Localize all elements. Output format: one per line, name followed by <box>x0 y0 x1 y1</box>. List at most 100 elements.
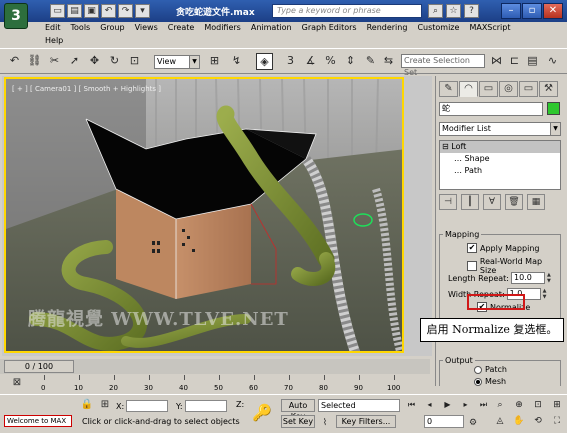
menu-customize[interactable]: Customize <box>412 23 464 32</box>
undo-icon[interactable]: ↶ <box>101 4 116 18</box>
align-icon[interactable]: ⊏ <box>506 53 523 70</box>
set-key-icon[interactable]: 🔑 <box>252 403 272 422</box>
remove-modifier-icon[interactable]: 🗑 <box>505 194 523 210</box>
mirror-icon[interactable]: ⇆ <box>380 53 397 70</box>
reference-coord-select[interactable]: View ▼ <box>154 55 200 69</box>
x-input[interactable] <box>126 400 169 412</box>
auto-key-button[interactable]: Auto Key <box>281 399 315 421</box>
select-icon[interactable]: ➚ <box>66 53 83 70</box>
zoom-extents-all-icon[interactable]: ⊞ <box>549 399 565 413</box>
modifier-list-select[interactable]: Modifier List ▼ <box>439 122 561 136</box>
rotate-icon[interactable]: ↻ <box>106 53 123 70</box>
stack-item-loft[interactable]: ⊟ Loft <box>440 141 560 153</box>
help-icon[interactable]: ? <box>464 4 479 18</box>
modifier-stack[interactable]: ⊟ Loft … Shape … Path <box>439 140 561 190</box>
camera-viewport[interactable]: [ + ] [ Camera01 ] [ Smooth + Highlights… <box>4 77 404 353</box>
hierarchy-tab-icon[interactable]: ▭ <box>479 81 498 97</box>
pin-stack-icon[interactable]: ⊣ <box>439 194 457 210</box>
key-tangent-icon[interactable]: ⌇ <box>318 415 332 428</box>
minimize-button[interactable]: – <box>501 3 521 19</box>
mapping-rollout-title[interactable]: Mapping <box>443 230 482 239</box>
menu-rendering[interactable]: Rendering <box>362 23 413 32</box>
menu-edit[interactable]: Edit <box>40 23 66 32</box>
configure-sets-icon[interactable]: ▦ <box>527 194 545 210</box>
key-mode-select[interactable]: Selected <box>318 399 400 412</box>
layer-icon[interactable]: ▤ <box>524 53 541 70</box>
track-bar[interactable]: ⊠ 0 10 20 30 40 50 60 70 80 90 100 <box>0 375 430 393</box>
select-manipulate-icon[interactable]: ↯ <box>228 53 245 70</box>
search-icon[interactable]: ⌕ <box>428 4 443 18</box>
mesh-radio[interactable]: Mesh <box>474 377 506 386</box>
unlink-icon[interactable]: ✂ <box>46 53 63 70</box>
stack-item-shape[interactable]: … Shape <box>440 153 560 165</box>
open-icon[interactable]: ▤ <box>67 4 82 18</box>
zoom-extents-icon[interactable]: ⊡ <box>530 399 546 413</box>
spinner-snap-icon[interactable]: ⇕ <box>342 53 359 70</box>
show-end-result-icon[interactable]: ┃ <box>461 194 479 210</box>
zoom-all-icon[interactable]: ⊕ <box>511 399 527 413</box>
snap-3d-icon[interactable]: 3 <box>282 53 299 70</box>
output-rollout-title[interactable]: Output <box>443 356 475 365</box>
motion-tab-icon[interactable]: ◎ <box>499 81 518 97</box>
play-icon[interactable]: ▶ <box>440 399 455 412</box>
viewport-label[interactable]: [ + ] [ Camera01 ] [ Smooth + Highlights… <box>12 85 161 93</box>
lock-selection-icon[interactable]: 🔒 <box>80 397 94 411</box>
go-to-start-icon[interactable]: ⏮ <box>404 399 419 412</box>
y-input[interactable] <box>184 400 227 412</box>
subscription-icon[interactable]: ☆ <box>446 4 461 18</box>
menu-tools[interactable]: Tools <box>66 23 96 32</box>
set-key-button[interactable]: Set Key <box>281 415 315 428</box>
field-of-view-icon[interactable]: ◬ <box>492 415 508 429</box>
length-repeat-spinner[interactable]: Length Repeat: 10.0 ▲ ▼ <box>448 272 553 284</box>
save-icon[interactable]: ▣ <box>84 4 99 18</box>
length-repeat-input[interactable]: 10.0 <box>511 272 545 284</box>
zoom-icon[interactable]: ⌕ <box>492 399 508 413</box>
undo-tool-icon[interactable]: ↶ <box>6 53 23 70</box>
maximize-button[interactable]: ▫ <box>522 3 542 19</box>
close-button[interactable]: ✕ <box>543 3 563 19</box>
display-tab-icon[interactable]: ▭ <box>519 81 538 97</box>
keyboard-shortcut-icon[interactable]: ◈ <box>256 53 273 70</box>
object-name-field[interactable]: 蛇 <box>439 102 543 116</box>
menu-group[interactable]: Group <box>95 23 129 32</box>
pan-icon[interactable]: ✋ <box>511 415 527 429</box>
key-filters-button[interactable]: Key Filters... <box>336 415 396 428</box>
utilities-tab-icon[interactable]: ⚒ <box>539 81 558 97</box>
orbit-icon[interactable]: ⟲ <box>530 415 546 429</box>
menu-help[interactable]: Help <box>40 36 68 45</box>
menu-graph-editors[interactable]: Graph Editors <box>297 23 362 32</box>
go-to-end-icon[interactable]: ⏭ <box>476 399 491 412</box>
next-frame-icon[interactable]: ▸ <box>458 399 473 412</box>
mirror-tool-icon[interactable]: ⋈ <box>488 53 505 70</box>
patch-radio[interactable]: Patch <box>474 365 507 374</box>
maxscript-listener[interactable]: Welcome to MAX <box>4 415 72 427</box>
search-input[interactable]: Type a keyword or phrase <box>272 4 422 18</box>
pivot-icon[interactable]: ⊞ <box>206 53 223 70</box>
mini-curve-editor-icon[interactable]: ⊠ <box>10 375 24 389</box>
spinner-arrows-icon[interactable]: ▲ ▼ <box>543 288 549 300</box>
move-icon[interactable]: ✥ <box>86 53 103 70</box>
modify-tab-icon[interactable]: ◠ <box>459 81 478 97</box>
menu-animation[interactable]: Animation <box>246 23 297 32</box>
named-selection-set[interactable]: Create Selection Set <box>401 54 485 77</box>
percent-snap-icon[interactable]: % <box>322 53 339 70</box>
time-config-icon[interactable]: ⚙ <box>466 415 480 428</box>
dropdown-icon[interactable]: ▾ <box>135 4 150 18</box>
maximize-viewport-icon[interactable]: ⛶ <box>549 415 565 429</box>
create-tab-icon[interactable]: ✎ <box>439 81 458 97</box>
menu-maxscript[interactable]: MAXScript <box>464 23 515 32</box>
absolute-mode-icon[interactable]: ⊞ <box>98 397 112 411</box>
make-unique-icon[interactable]: ∀ <box>483 194 501 210</box>
x-coordinate[interactable]: X: <box>116 400 169 412</box>
z-coordinate[interactable]: Z: <box>236 400 244 409</box>
link-icon[interactable]: ⛓ <box>26 53 43 70</box>
object-color-swatch[interactable] <box>547 102 560 115</box>
menu-create[interactable]: Create <box>163 23 200 32</box>
time-slider[interactable]: 0 / 100 <box>0 359 430 374</box>
menu-views[interactable]: Views <box>130 23 163 32</box>
y-coordinate[interactable]: Y: <box>176 400 227 412</box>
stack-item-path[interactable]: … Path <box>440 165 560 177</box>
scale-icon[interactable]: ⊡ <box>126 53 143 70</box>
angle-snap-icon[interactable]: ∡ <box>302 53 319 70</box>
spinner-arrows-icon[interactable]: ▲ ▼ <box>547 272 553 284</box>
